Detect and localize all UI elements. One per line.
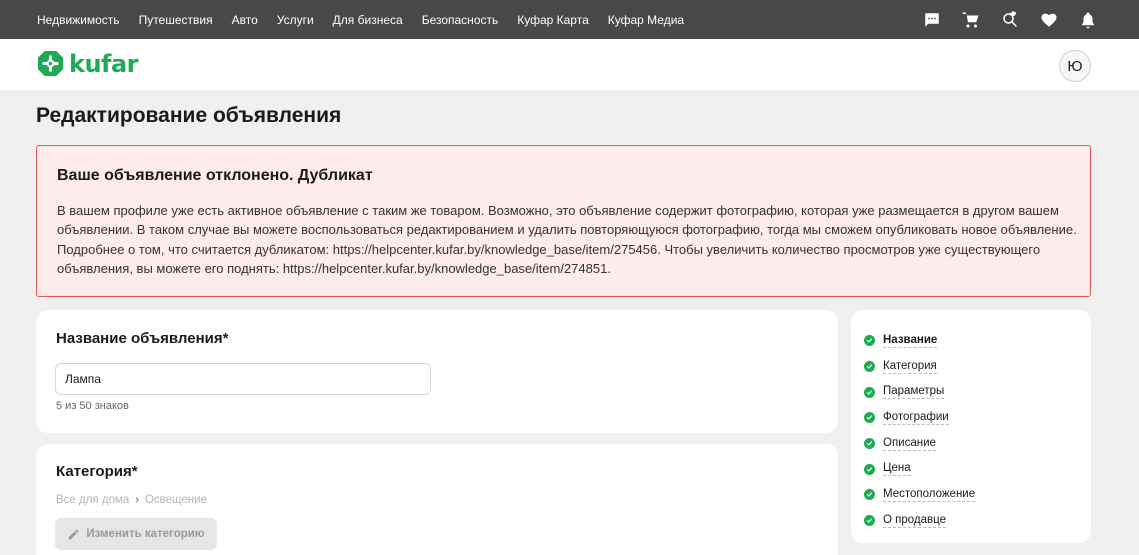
nav-link-kufar-media[interactable]: Куфар Медиа xyxy=(608,13,684,27)
step-location[interactable]: Местоположение xyxy=(864,482,976,508)
nav-link-real-estate[interactable]: Недвижимость xyxy=(37,13,120,27)
step-label: Название xyxy=(883,333,938,348)
progress-steps: Название Категория Параметры Фотографии Опис… xyxy=(864,328,976,534)
category-breadcrumb: Все для дома › Освещение xyxy=(56,494,207,506)
nav-link-business[interactable]: Для бизнеса xyxy=(333,13,403,27)
step-label: Фотографии xyxy=(883,410,949,425)
pencil-icon xyxy=(68,529,79,539)
form-progress-sidebar: Название Категория Параметры Фотографии Опис… xyxy=(851,310,1091,543)
nav-link-auto[interactable]: Авто xyxy=(232,13,258,27)
ad-name-counter: 5 из 50 знаков xyxy=(56,400,129,412)
step-label: Местоположение xyxy=(883,487,976,502)
chat-icon[interactable] xyxy=(923,11,941,29)
step-label: Категория xyxy=(883,359,937,374)
step-seller[interactable]: О продавце xyxy=(864,508,975,534)
check-icon xyxy=(864,361,875,373)
user-avatar[interactable]: Ю xyxy=(1059,50,1091,82)
step-label: Описание xyxy=(883,436,936,451)
rejection-alert: Ваше объявление отклонено. Дубликат В ва… xyxy=(36,145,1091,297)
category-title: Категория* xyxy=(56,463,138,480)
category-section: Категория* Все для дома › Освещение Изме… xyxy=(36,444,838,555)
top-icons xyxy=(923,0,1097,39)
page-title: Редактирование объявления xyxy=(36,104,342,127)
ad-name-section: Название объявления* 5 из 50 знаков xyxy=(36,310,838,433)
change-category-button[interactable]: Изменить категорию xyxy=(55,518,217,550)
step-photos[interactable]: Фотографии xyxy=(864,405,975,431)
check-icon xyxy=(864,335,875,347)
cart-icon[interactable] xyxy=(962,11,980,29)
alert-title: Ваше объявление отклонено. Дубликат xyxy=(57,167,373,184)
ad-name-title: Название объявления* xyxy=(56,330,229,347)
check-icon xyxy=(864,463,875,475)
nav-link-security[interactable]: Безопасность xyxy=(422,13,499,27)
check-icon xyxy=(864,489,875,501)
category-crumb-parent: Все для дома xyxy=(56,494,130,506)
check-icon xyxy=(864,438,875,450)
category-crumb-current: Освещение xyxy=(144,494,207,506)
site-header: kufar Ю xyxy=(0,39,1139,90)
heart-icon[interactable] xyxy=(1040,11,1058,29)
step-price[interactable]: Цена xyxy=(864,456,975,482)
kufar-logo-icon xyxy=(37,50,64,77)
check-icon xyxy=(864,412,875,424)
top-navigation-bar: Недвижимость Путешествия Авто Услуги Для… xyxy=(0,0,1139,39)
step-name[interactable]: Название xyxy=(864,328,975,354)
nav-link-kufar-map[interactable]: Куфар Карта xyxy=(517,13,589,27)
step-label: Цена xyxy=(883,462,911,477)
step-label: О продавце xyxy=(883,513,946,528)
check-icon xyxy=(864,386,875,398)
nav-link-services[interactable]: Услуги xyxy=(277,13,314,27)
step-category[interactable]: Категория xyxy=(864,354,975,380)
nav-link-travel[interactable]: Путешествия xyxy=(139,13,213,27)
ad-name-input[interactable] xyxy=(55,363,431,395)
search-heart-icon[interactable] xyxy=(1001,10,1019,29)
bell-icon[interactable] xyxy=(1079,11,1097,29)
change-category-label: Изменить категорию xyxy=(86,528,205,540)
top-nav-links: Недвижимость Путешествия Авто Услуги Для… xyxy=(37,0,684,39)
breadcrumb-separator: › xyxy=(135,494,139,506)
step-description[interactable]: Описание xyxy=(864,431,975,457)
check-icon xyxy=(864,515,875,527)
alert-text: В вашем профиле уже есть активное объявл… xyxy=(57,203,1077,276)
step-label: Параметры xyxy=(883,385,945,400)
logo-text: kufar xyxy=(69,49,139,78)
kufar-logo[interactable]: kufar xyxy=(37,49,139,78)
step-parameters[interactable]: Параметры xyxy=(864,379,975,405)
